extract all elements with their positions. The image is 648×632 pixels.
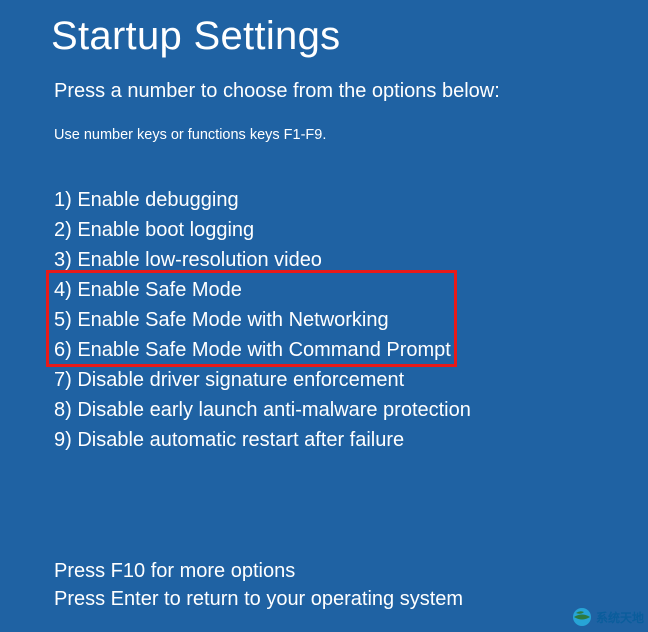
footer-instructions: Press F10 for more options Press Enter t… bbox=[54, 557, 463, 613]
option-2[interactable]: 2) Enable boot logging bbox=[54, 215, 471, 245]
option-5[interactable]: 5) Enable Safe Mode with Networking bbox=[54, 305, 471, 335]
option-label: Enable low-resolution video bbox=[77, 249, 322, 271]
page-title: Startup Settings bbox=[51, 14, 340, 59]
option-label: Enable boot logging bbox=[77, 219, 254, 241]
options-list: 1) Enable debugging 2) Enable boot loggi… bbox=[54, 185, 471, 455]
globe-icon bbox=[572, 607, 592, 627]
footer-return: Press Enter to return to your operating … bbox=[54, 585, 463, 613]
watermark-text: 系统天地 bbox=[596, 609, 644, 626]
option-7[interactable]: 7) Disable driver signature enforcement bbox=[54, 365, 471, 395]
option-label: Enable Safe Mode with Command Prompt bbox=[77, 339, 451, 361]
footer-more-options: Press F10 for more options bbox=[54, 557, 463, 585]
option-label: Enable Safe Mode bbox=[77, 279, 242, 301]
option-number: 3) bbox=[54, 249, 77, 271]
watermark: 系统天地 bbox=[572, 607, 644, 627]
option-label: Enable Safe Mode with Networking bbox=[77, 309, 388, 331]
option-number: 5) bbox=[54, 309, 77, 331]
option-label: Disable early launch anti-malware protec… bbox=[77, 399, 471, 421]
option-6[interactable]: 6) Enable Safe Mode with Command Prompt bbox=[54, 335, 471, 365]
option-number: 4) bbox=[54, 279, 77, 301]
option-number: 9) bbox=[54, 429, 77, 451]
option-3[interactable]: 3) Enable low-resolution video bbox=[54, 245, 471, 275]
option-number: 7) bbox=[54, 369, 77, 391]
option-number: 8) bbox=[54, 399, 77, 421]
option-number: 6) bbox=[54, 339, 77, 361]
option-8[interactable]: 8) Disable early launch anti-malware pro… bbox=[54, 395, 471, 425]
hint-text: Use number keys or functions keys F1-F9. bbox=[54, 127, 326, 143]
instruction-text: Press a number to choose from the option… bbox=[54, 80, 500, 103]
option-9[interactable]: 9) Disable automatic restart after failu… bbox=[54, 425, 471, 455]
option-4[interactable]: 4) Enable Safe Mode bbox=[54, 275, 471, 305]
option-number: 1) bbox=[54, 189, 77, 211]
option-number: 2) bbox=[54, 219, 77, 241]
option-label: Disable driver signature enforcement bbox=[77, 369, 404, 391]
option-1[interactable]: 1) Enable debugging bbox=[54, 185, 471, 215]
option-label: Enable debugging bbox=[77, 189, 238, 211]
option-label: Disable automatic restart after failure bbox=[77, 429, 404, 451]
